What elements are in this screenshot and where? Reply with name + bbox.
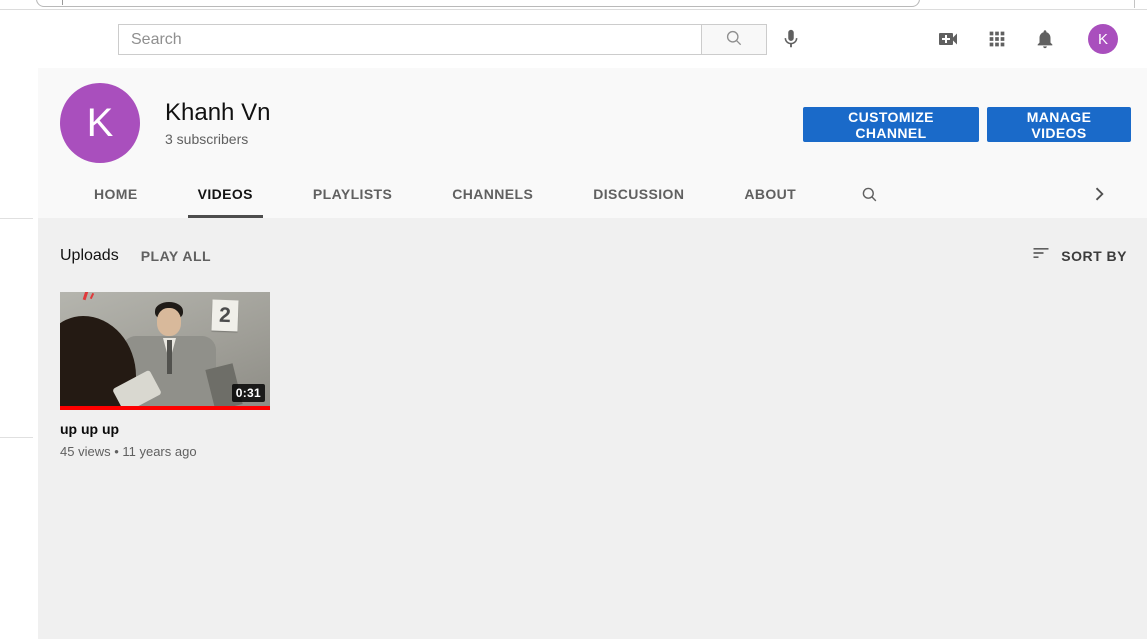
sort-icon (1031, 243, 1051, 268)
browser-chrome-strip (0, 0, 1147, 10)
chevron-right-icon[interactable] (1089, 184, 1109, 207)
watch-progress-bar (60, 406, 270, 410)
sort-by-label: SORT BY (1061, 247, 1127, 264)
address-bar-caret (62, 0, 63, 5)
thumbnail-art (157, 308, 181, 336)
channel-tabs: HOME VIDEOS PLAYLISTS CHANNELS DISCUSSIO… (64, 170, 879, 218)
uploads-header-row: Uploads PLAY ALL SORT BY (60, 243, 1127, 268)
channel-name: Khanh Vn (165, 99, 271, 126)
duration-badge: 0:31 (231, 384, 265, 402)
guide-divider (0, 437, 33, 438)
apps-grid-icon[interactable] (984, 26, 1010, 52)
thumbnail-art (167, 340, 172, 374)
tab-home[interactable]: HOME (64, 170, 168, 218)
search-area (118, 24, 767, 55)
mic-icon[interactable] (778, 26, 804, 52)
masthead: K (0, 11, 1147, 68)
channel-avatar[interactable]: K (60, 83, 140, 163)
search-icon (724, 28, 744, 51)
channel-content: Uploads PLAY ALL SORT BY 2 0:31 up up up… (38, 218, 1147, 639)
customize-channel-button[interactable]: CUSTOMIZE CHANNEL (803, 107, 979, 142)
video-card: 2 0:31 up up up 45 views • 11 years ago (60, 292, 270, 459)
section-title: Uploads (60, 246, 119, 264)
channel-header: K Khanh Vn 3 subscribers CUSTOMIZE CHANN… (38, 68, 1147, 218)
guide-rail (0, 68, 38, 639)
sort-by-control[interactable]: SORT BY (1031, 243, 1127, 268)
account-avatar[interactable]: K (1088, 24, 1118, 54)
thumbnail-number-sign: 2 (211, 299, 239, 332)
youtube-channel-page: K K Khanh Vn 3 subscribers CUSTOMIZE CHA… (0, 0, 1147, 639)
video-title[interactable]: up up up (60, 421, 270, 437)
browser-address-bar[interactable] (36, 0, 920, 7)
search-input[interactable] (118, 24, 702, 55)
notifications-bell-icon[interactable] (1032, 26, 1058, 52)
subscriber-count: 3 subscribers (165, 131, 249, 147)
play-all-link[interactable]: PLAY ALL (141, 248, 211, 264)
thumbnail-art (82, 292, 89, 301)
manage-videos-button[interactable]: MANAGE VIDEOS (987, 107, 1131, 142)
thumbnail-art (89, 292, 95, 300)
search-button[interactable] (702, 24, 767, 55)
tab-playlists[interactable]: PLAYLISTS (283, 170, 422, 218)
tab-discussion[interactable]: DISCUSSION (563, 170, 714, 218)
browser-toolbar-divider (1134, 0, 1135, 8)
video-meta: 45 views • 11 years ago (60, 444, 197, 459)
watch-progress-track (60, 406, 270, 410)
guide-divider (0, 218, 33, 219)
create-video-icon[interactable] (935, 26, 961, 52)
video-thumbnail[interactable]: 2 0:31 (60, 292, 270, 410)
tab-about[interactable]: ABOUT (714, 170, 826, 218)
tab-videos[interactable]: VIDEOS (168, 170, 283, 218)
tab-channels[interactable]: CHANNELS (422, 170, 563, 218)
channel-search-icon[interactable] (860, 170, 879, 218)
